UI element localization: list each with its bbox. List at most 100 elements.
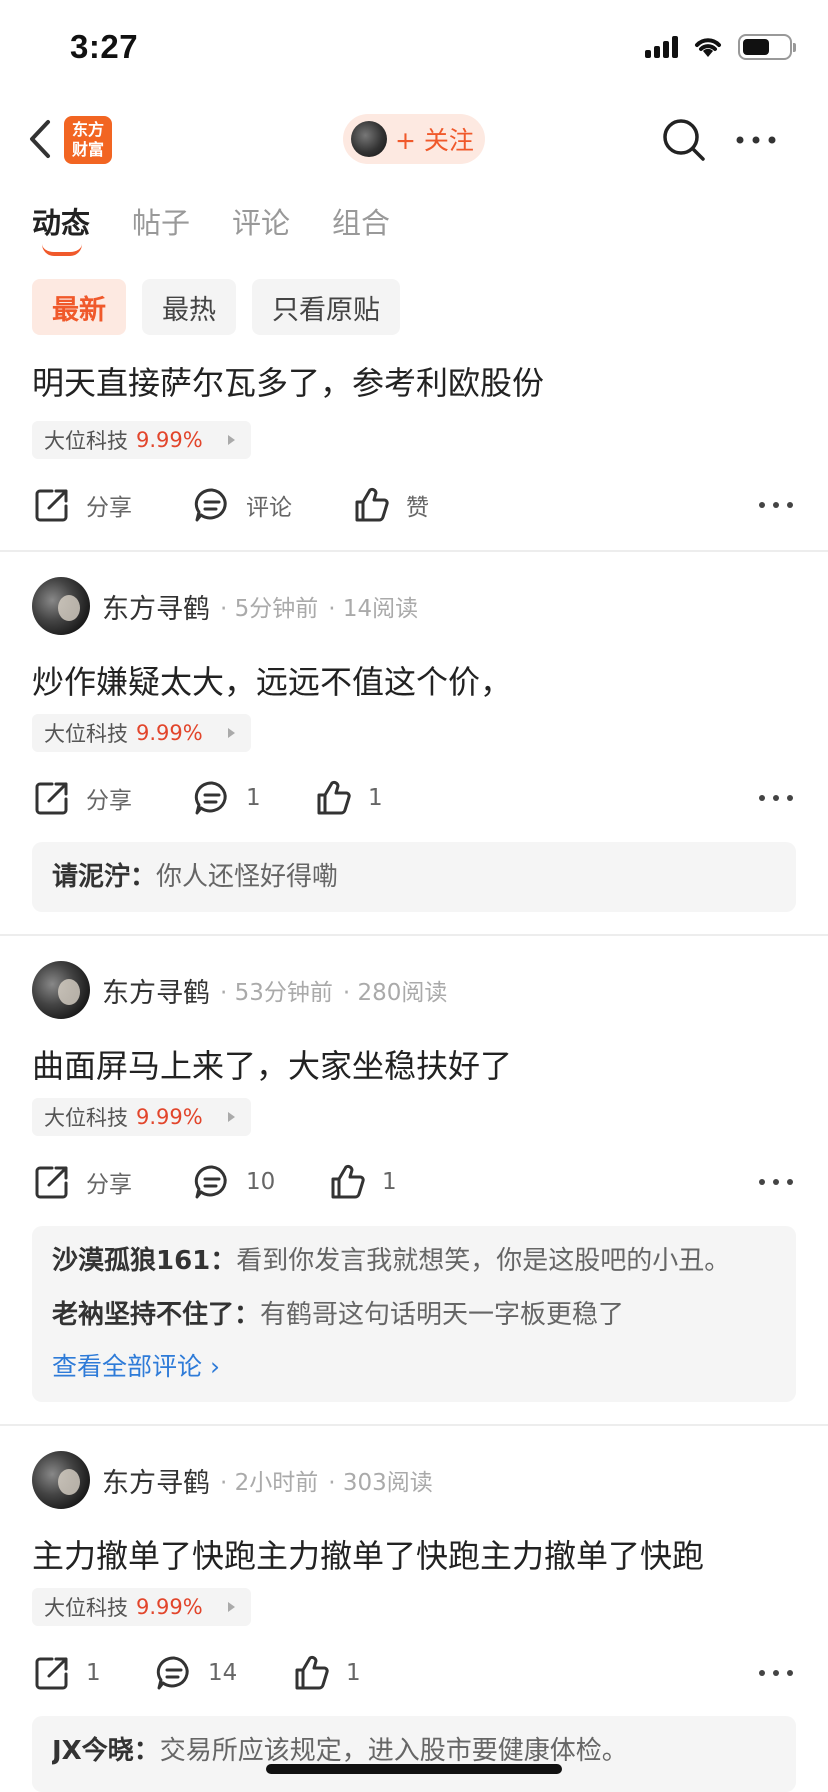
stock-tag[interactable]: 大位科技 9.99% <box>32 1588 251 1626</box>
back-icon[interactable] <box>22 114 62 164</box>
divider <box>0 934 828 936</box>
wifi-icon <box>695 38 721 57</box>
more-icon[interactable] <box>732 122 780 158</box>
like-button[interactable]: 赞 <box>352 481 429 529</box>
share-icon <box>35 489 68 522</box>
active-tab-indicator <box>42 244 82 256</box>
nav-bar: 东方 财富 + 关注 <box>0 100 828 180</box>
share-button[interactable]: 分享 <box>32 1158 132 1206</box>
comment-button[interactable]: 1 <box>192 774 261 822</box>
more-icon[interactable] <box>756 1659 796 1687</box>
filter-latest[interactable]: 最新 <box>32 279 126 335</box>
stock-change: 9.99% <box>136 1105 203 1129</box>
tab-comments[interactable]: 评论 <box>232 200 290 256</box>
comment-user[interactable]: JX今晓： <box>52 1736 160 1766</box>
stock-name: 大位科技 <box>44 1596 128 1620</box>
like-button[interactable]: 1 <box>314 774 383 822</box>
read-count: · 14阅读 <box>328 596 419 622</box>
filter-bar: 最新 最热 只看原贴 <box>32 279 400 335</box>
comment-preview[interactable]: 沙漠孤狼161：看到你发言我就想笑，你是这股吧的小丑。 老衲坚持不住了：有鹤哥这… <box>32 1226 796 1402</box>
stock-name: 大位科技 <box>44 1106 128 1130</box>
share-icon <box>35 782 68 815</box>
comment-button[interactable]: 14 <box>154 1649 237 1697</box>
tab-dynamics[interactable]: 动态 <box>32 200 90 256</box>
tab-posts[interactable]: 帖子 <box>132 200 190 256</box>
comment-text: 看到你发言我就想笑，你是这股吧的小丑。 <box>236 1246 731 1276</box>
status-bar: 3:27 <box>0 0 828 100</box>
stock-tag[interactable]: 大位科技 9.99% <box>32 714 251 752</box>
caret-right-icon <box>228 1112 235 1122</box>
comment-button[interactable]: 10 <box>192 1158 275 1206</box>
comment-preview[interactable]: 请泥泞：你人还怪好得嘞 <box>32 842 796 912</box>
tab-bar: 动态 帖子 评论 组合 <box>32 200 390 256</box>
post-text: 炒作嫌疑太大，远远不值这个价， <box>32 663 513 701</box>
stock-change: 9.99% <box>136 1595 203 1619</box>
comment-icon <box>156 1656 189 1690</box>
post-header: 东方寻鹤 · 2小时前 · 303阅读 <box>32 1451 433 1509</box>
status-time: 3:27 <box>70 28 139 65</box>
thumbs-up-icon <box>317 780 351 815</box>
post-text: 主力撤单了快跑主力撤单了快跑主力撤单了快跑 <box>32 1537 705 1575</box>
avatar[interactable] <box>32 1451 90 1509</box>
post-time: · 53分钟前 <box>220 980 333 1006</box>
comment-user[interactable]: 请泥泞： <box>52 862 156 892</box>
share-button[interactable]: 分享 <box>32 774 132 822</box>
comment-icon <box>194 488 227 522</box>
filter-original-only[interactable]: 只看原贴 <box>252 279 400 335</box>
post-time: · 2小时前 <box>220 1470 319 1496</box>
comment-item: 沙漠孤狼161：看到你发言我就想笑，你是这股吧的小丑。 <box>52 1234 776 1288</box>
post-text: 曲面屏马上来了，大家坐稳扶好了 <box>32 1047 513 1085</box>
comment-button[interactable]: 评论 <box>192 481 292 529</box>
comment-icon <box>194 781 227 815</box>
comment-icon <box>194 1165 227 1199</box>
post-actions: 1 14 1 <box>32 1649 796 1697</box>
stock-tag[interactable]: 大位科技 9.99% <box>32 421 251 459</box>
status-icons <box>645 34 796 60</box>
comment-user[interactable]: 老衲坚持不住了： <box>52 1300 260 1330</box>
post-header: 东方寻鹤 · 53分钟前 · 280阅读 <box>32 961 447 1019</box>
post-actions: 分享 10 1 <box>32 1158 796 1206</box>
post-actions: 分享 1 1 <box>32 774 796 822</box>
stock-name: 大位科技 <box>44 429 128 453</box>
post-header: 东方寻鹤 · 5分钟前 · 14阅读 <box>32 577 418 635</box>
comment-user[interactable]: 沙漠孤狼161： <box>52 1246 236 1276</box>
stock-change: 9.99% <box>136 721 203 745</box>
post-time: · 5分钟前 <box>220 596 319 622</box>
avatar[interactable] <box>32 961 90 1019</box>
tab-portfolio[interactable]: 组合 <box>332 200 390 256</box>
stock-tag[interactable]: 大位科技 9.99% <box>32 1098 251 1136</box>
comment-text: 交易所应该规定，进入股市要健康体检。 <box>159 1736 628 1766</box>
share-button[interactable]: 分享 <box>32 481 132 529</box>
author-name[interactable]: 东方寻鹤 <box>102 587 210 626</box>
comment-item: 请泥泞：你人还怪好得嘞 <box>52 850 776 904</box>
more-icon[interactable] <box>756 491 796 519</box>
caret-right-icon <box>228 435 235 445</box>
more-icon[interactable] <box>756 784 796 812</box>
read-count: · 280阅读 <box>342 980 448 1006</box>
thumbs-up-icon <box>295 1655 329 1690</box>
battery-icon <box>738 34 796 60</box>
share-icon <box>35 1166 68 1199</box>
post-actions: 分享 评论 赞 <box>32 481 796 529</box>
like-button[interactable]: 1 <box>328 1158 397 1206</box>
filter-hottest[interactable]: 最热 <box>142 279 236 335</box>
home-indicator[interactable] <box>266 1764 562 1774</box>
divider <box>0 550 828 552</box>
signal-icon <box>645 36 678 58</box>
thumbs-up-icon <box>355 487 389 522</box>
view-all-comments-link[interactable]: 查看全部评论 › <box>52 1342 776 1392</box>
follow-label: + 关注 <box>395 126 474 155</box>
author-name[interactable]: 东方寻鹤 <box>102 971 210 1010</box>
follow-button[interactable]: + 关注 <box>343 114 485 164</box>
like-button[interactable]: 1 <box>292 1649 361 1697</box>
divider <box>0 1424 828 1426</box>
comment-item: 老衲坚持不住了：有鹤哥这句话明天一字板更稳了 <box>52 1288 776 1342</box>
search-icon[interactable] <box>660 116 708 164</box>
share-button[interactable]: 1 <box>32 1649 101 1697</box>
comment-text: 有鹤哥这句话明天一字板更稳了 <box>260 1300 625 1330</box>
more-icon[interactable] <box>756 1168 796 1196</box>
avatar[interactable] <box>32 577 90 635</box>
author-name[interactable]: 东方寻鹤 <box>102 1461 210 1500</box>
comment-preview[interactable]: JX今晓：交易所应该规定，进入股市要健康体检。 <box>32 1716 796 1792</box>
app-logo: 东方 财富 <box>64 116 112 164</box>
